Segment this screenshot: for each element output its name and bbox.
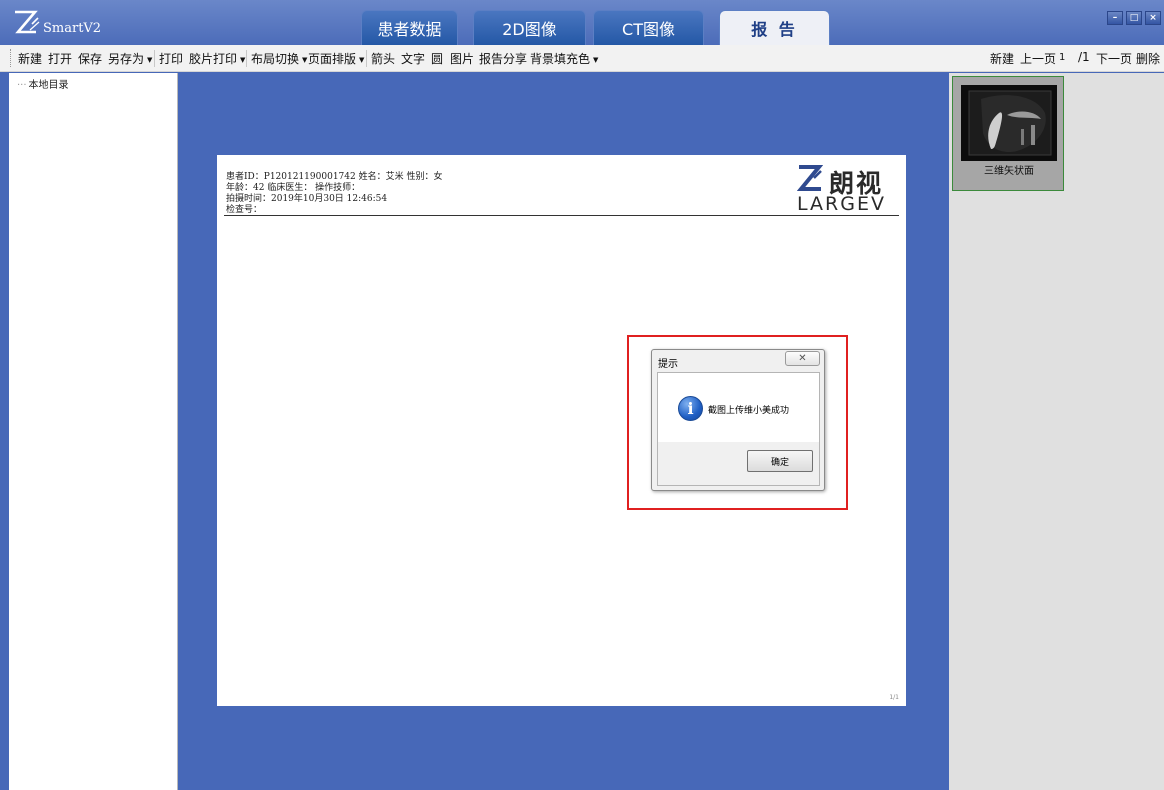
film-print-button[interactable]: 胶片打印 ▼ (189, 50, 245, 67)
tree-item-local-directory[interactable]: ··· 本地目录 (17, 76, 69, 91)
chevron-down-icon: ▼ (359, 55, 365, 64)
save-as-label: 另存为 (108, 52, 145, 66)
toolbar-separator (154, 50, 155, 67)
directory-tree-panel: ··· 本地目录 (9, 73, 178, 790)
minimize-button[interactable]: – (1107, 11, 1123, 25)
open-button[interactable]: 打开 (48, 50, 72, 67)
toolbar: 新建 打开 保存 另存为 ▼ 打印 胶片打印 ▼ 布局切换 ▼ 页面排版 ▼ 箭头 文字… (0, 45, 1164, 72)
film-print-label: 胶片打印 (189, 52, 238, 66)
new-button[interactable]: 新建 (18, 50, 42, 67)
brand-name-english: LARGEV (797, 193, 886, 215)
page-layout-button[interactable]: 页面排版 ▼ (308, 50, 364, 67)
page-number-label: 1/1 (889, 694, 899, 701)
ct-sagittal-thumbnail-image (961, 85, 1057, 161)
circle-button[interactable]: 圆 (431, 50, 443, 67)
next-page-button[interactable]: 下一页 (1096, 50, 1132, 67)
tab-ct-image[interactable]: CT图像 (593, 10, 704, 45)
background-fill-label: 背景填充色 (530, 52, 591, 66)
arrow-button[interactable]: 箭头 (371, 50, 395, 67)
report-exam-line: 检查号： (226, 205, 263, 215)
info-icon: i (678, 396, 703, 421)
chevron-down-icon: ▼ (147, 55, 153, 64)
thumbnail-item[interactable]: 三维矢状面 (952, 76, 1064, 191)
ct-scan-icon (961, 85, 1057, 161)
chevron-down-icon: ▼ (240, 55, 246, 64)
background-fill-button[interactable]: 背景填充色 ▼ (530, 50, 598, 67)
new-page-button[interactable]: 新建 (990, 50, 1014, 67)
message-dialog: 提示 ✕ i 截图上传维小美成功 确定 (651, 349, 825, 491)
save-as-button[interactable]: 另存为 ▼ (108, 50, 152, 67)
chevron-down-icon: ▼ (593, 55, 599, 64)
thumbnail-panel: 三维矢状面 (949, 73, 1164, 790)
largev-logo-icon (797, 165, 823, 191)
layout-switch-label: 布局切换 (251, 52, 300, 66)
tree-item-label: 本地目录 (28, 80, 69, 91)
page-number-input[interactable]: 1 (1059, 52, 1065, 63)
print-button[interactable]: 打印 (159, 50, 183, 67)
maximize-button[interactable]: □ (1126, 11, 1142, 25)
toolbar-grip (10, 49, 12, 67)
tab-patient-data[interactable]: 患者数据 (361, 10, 458, 45)
dialog-close-button[interactable]: ✕ (785, 351, 820, 366)
toolbar-separator (366, 50, 367, 67)
save-button[interactable]: 保存 (78, 50, 102, 67)
text-button[interactable]: 文字 (401, 50, 425, 67)
chevron-down-icon: ▼ (302, 55, 308, 64)
dialog-body: i 截图上传维小美成功 (657, 372, 820, 443)
delete-page-button[interactable]: 删除 (1136, 50, 1160, 67)
close-button[interactable]: × (1145, 11, 1161, 25)
page-layout-label: 页面排版 (308, 52, 357, 66)
header-divider (224, 215, 899, 216)
app-logo-icon (15, 10, 40, 34)
toolbar-separator (246, 50, 247, 67)
ok-button[interactable]: 确定 (747, 450, 813, 472)
tab-2d-image[interactable]: 2D图像 (473, 10, 586, 45)
tree-connector: ··· (17, 80, 27, 91)
dialog-title: 提示 (658, 359, 678, 370)
title-bar: SmartV2 患者数据 2D图像 CT图像 报 告 – □ × (0, 0, 1164, 45)
tab-report[interactable]: 报 告 (719, 10, 830, 45)
page-total-label: /1 (1078, 50, 1090, 64)
app-name: SmartV2 (43, 21, 102, 36)
image-button[interactable]: 图片 (450, 50, 474, 67)
prev-page-button[interactable]: 上一页 (1020, 50, 1056, 67)
layout-switch-button[interactable]: 布局切换 ▼ (251, 50, 307, 67)
dialog-message: 截图上传维小美成功 (708, 406, 790, 416)
thumbnail-label: 三维矢状面 (984, 166, 1034, 177)
report-share-button[interactable]: 报告分享 (479, 50, 527, 67)
dialog-footer: 确定 (657, 442, 820, 486)
